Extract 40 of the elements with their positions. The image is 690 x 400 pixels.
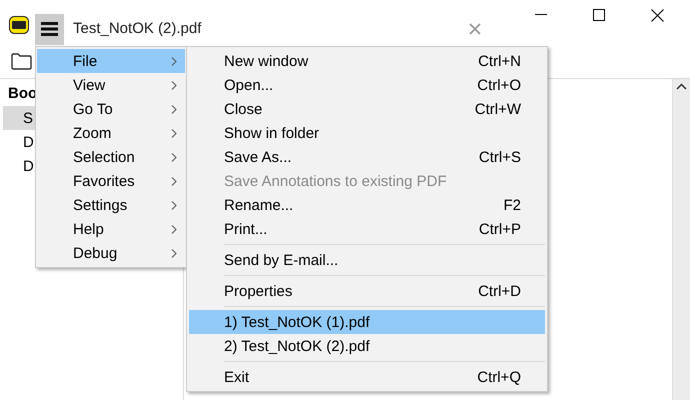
chevron-icon (171, 56, 177, 66)
menu-icon (41, 22, 58, 36)
scroll-up-icon[interactable] (676, 83, 687, 90)
chevron-icon (171, 176, 177, 186)
menu-item[interactable]: Debug (37, 241, 185, 265)
menu-item[interactable]: Properties Ctrl+D (189, 279, 545, 303)
menu-item[interactable]: 2) Test_NotOK (2).pdf (189, 334, 545, 358)
chevron-icon (171, 200, 177, 210)
chevron-icon (171, 80, 177, 90)
menu-item[interactable]: Settings (37, 193, 185, 217)
menu-item[interactable]: File (37, 49, 185, 73)
menu-item[interactable]: New window Ctrl+N (189, 49, 545, 73)
menu-item[interactable]: Print... Ctrl+P (189, 217, 545, 241)
chevron-icon (171, 152, 177, 162)
chevron-icon (171, 248, 177, 258)
menu-item[interactable]: Zoom (37, 121, 185, 145)
close-icon (650, 8, 664, 22)
menu-item[interactable]: View (37, 73, 185, 97)
chevron-icon (171, 128, 177, 138)
menu-item[interactable]: Selection (37, 145, 185, 169)
maximize-icon (593, 9, 605, 21)
menu-item[interactable]: Open... Ctrl+O (189, 73, 545, 97)
menu-item[interactable]: Exit Ctrl+Q (189, 365, 545, 389)
folder-icon[interactable] (11, 52, 32, 70)
menu-item[interactable]: Save As... Ctrl+S (189, 145, 545, 169)
menu-item[interactable]: Help (37, 217, 185, 241)
minimize-icon (535, 14, 547, 16)
menu-item[interactable]: Show in folder (189, 121, 545, 145)
menu-item[interactable]: Send by E-mail... (189, 248, 545, 272)
tab-title[interactable]: Test_NotOK (2).pdf (73, 20, 202, 36)
tab-close-button[interactable] (469, 23, 484, 37)
chevron-icon (171, 224, 177, 234)
menu-button[interactable] (35, 14, 64, 44)
menu-item[interactable]: Go To (37, 97, 185, 121)
chevron-icon (171, 104, 177, 114)
menu-item[interactable]: Close Ctrl+W (189, 97, 545, 121)
menu-item[interactable]: Favorites (37, 169, 185, 193)
menu-item[interactable]: Rename... F2 (189, 193, 545, 217)
menu-item[interactable]: 1) Test_NotOK (1).pdf (189, 310, 545, 334)
app-logo-icon (9, 16, 29, 34)
